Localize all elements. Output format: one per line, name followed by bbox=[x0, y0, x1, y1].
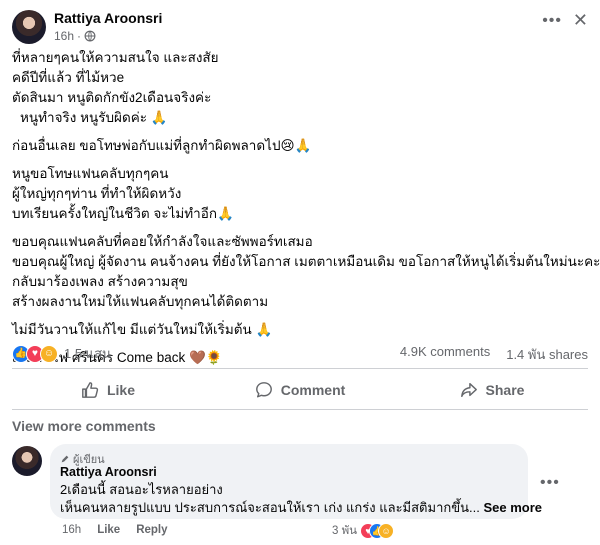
post-header: Rattiya Aroonsri 16h · ••• ✕ bbox=[12, 10, 588, 46]
more-options-icon[interactable]: ••• bbox=[542, 12, 562, 30]
post-line: ผู้ใหญ่ทุกๆท่าน ที่ทำให้ผิดหวัง bbox=[12, 186, 182, 201]
post-line: กลับมาร้องเพลง สร้างความสุข bbox=[12, 274, 188, 289]
divider bbox=[12, 368, 588, 369]
share-button[interactable]: Share bbox=[396, 374, 588, 406]
post-line: บทเรียนครั้งใหญ่ในชีวิต จะไม่ทำอีก🙏 bbox=[12, 206, 234, 221]
care-reaction-icon: ☺ bbox=[40, 344, 58, 363]
comment-icon bbox=[255, 382, 272, 398]
care-reaction-icon: ☺ bbox=[378, 523, 395, 539]
comment-text: 2เดือนนี้ สอนอะไรหลายอย่าง เห็นคนหลายรูป… bbox=[60, 481, 542, 517]
reaction-count[interactable]: 1.5 แสน bbox=[64, 343, 111, 364]
share-label: Share bbox=[485, 382, 525, 398]
post-line: ขอบคุณแฟนคลับที่คอยให้กำลังใจและซัพพอร์ท… bbox=[12, 234, 313, 249]
post-line: ก่อนอื่นเลย ขอโทษพ่อกับแม่ที่ลูกทำผิดพลา… bbox=[12, 138, 312, 153]
comment-bubble: ผู้เขียน Rattiya Aroonsri 2เดือนนี้ สอนอ… bbox=[50, 444, 542, 519]
comment-button[interactable]: Comment bbox=[204, 374, 396, 406]
comments-count[interactable]: 4.9K comments bbox=[400, 344, 490, 365]
thumbs-up-icon bbox=[82, 382, 99, 398]
facebook-post: Rattiya Aroonsri 16h · ••• ✕ ที่หลายๆคนใ… bbox=[0, 0, 600, 545]
see-more-link[interactable]: See more bbox=[483, 500, 542, 515]
like-button[interactable]: Like bbox=[12, 374, 204, 406]
post-time[interactable]: 16h bbox=[54, 29, 74, 43]
commenter-avatar[interactable] bbox=[12, 446, 42, 476]
comment-line: เห็นคนหลายรูปแบบ ประสบการณ์จะสอนให้เรา เ… bbox=[60, 499, 542, 517]
comment-reaction-count: 3 พัน bbox=[332, 525, 358, 537]
post-line: หนูทำจริง หนูรับผิดค่ะ 🙏 bbox=[20, 110, 168, 125]
post-line: ขอบคุณผู้ใหญ่ ผู้จัดงาน คนจ้างคน ที่ยังใ… bbox=[12, 254, 600, 269]
post-line: ไม่มีวันวานให้แก้ไข มีแต่วันใหม่ให้เริ่ม… bbox=[12, 322, 273, 337]
author-avatar[interactable] bbox=[12, 10, 46, 44]
author-name[interactable]: Rattiya Aroonsri bbox=[54, 10, 162, 26]
engagement-counts: 4.9K comments 1.4 พัน shares bbox=[400, 344, 588, 365]
comment-line-text: เห็นคนหลายรูปแบบ ประสบการณ์จะสอนให้เรา เ… bbox=[60, 500, 480, 515]
comment-time[interactable]: 16h bbox=[62, 524, 81, 536]
comment-line: 2เดือนนี้ สอนอะไรหลายอย่าง bbox=[60, 482, 223, 497]
comment-label: Comment bbox=[280, 382, 346, 398]
comment-author[interactable]: Rattiya Aroonsri bbox=[60, 465, 157, 479]
close-icon[interactable]: ✕ bbox=[573, 10, 588, 31]
shares-count[interactable]: 1.4 พัน shares bbox=[506, 344, 588, 365]
comment-reaction-summary[interactable]: 3 พัน ♥ 👍 ☺ bbox=[332, 522, 395, 540]
divider bbox=[12, 409, 588, 410]
view-more-comments-link[interactable]: View more comments bbox=[12, 418, 156, 434]
post-actions: Like Comment Share bbox=[12, 374, 588, 406]
like-label: Like bbox=[106, 382, 135, 398]
post-body: ที่หลายๆคนให้ความสนใจ และสงสัย คดีปีที่แ… bbox=[12, 48, 600, 368]
separator-dot: · bbox=[77, 29, 82, 43]
post-line: ตัดสินมา หนูติดกักขัง2เดือนจริงค่ะ bbox=[12, 90, 212, 105]
post-line: ที่หลายๆคนให้ความสนใจ และสงสัย bbox=[12, 50, 219, 65]
post-stats: 👍 ♥ ☺ 1.5 แสน 4.9K comments 1.4 พัน shar… bbox=[12, 342, 588, 365]
post-line: สร้างผลงานใหม่ให้แฟนคลับทุกคนได้ติดตาม bbox=[12, 294, 269, 309]
comment-reply-button[interactable]: Reply bbox=[136, 524, 167, 536]
reaction-summary[interactable]: 👍 ♥ ☺ 1.5 แสน bbox=[12, 343, 111, 364]
post-line: หนูขอโทษแฟนคลับทุกๆคน bbox=[12, 166, 169, 181]
comment-like-button[interactable]: Like bbox=[97, 524, 120, 536]
post-meta: 16h · bbox=[54, 29, 96, 43]
pen-icon bbox=[61, 455, 69, 463]
share-icon bbox=[460, 382, 477, 398]
globe-icon bbox=[84, 30, 96, 42]
comment-footer: 16h Like Reply bbox=[62, 524, 168, 536]
comment-more-options-icon[interactable]: ••• bbox=[540, 474, 560, 492]
post-line: คดีปีที่แล้ว ที่ไม้หวe bbox=[12, 70, 125, 85]
